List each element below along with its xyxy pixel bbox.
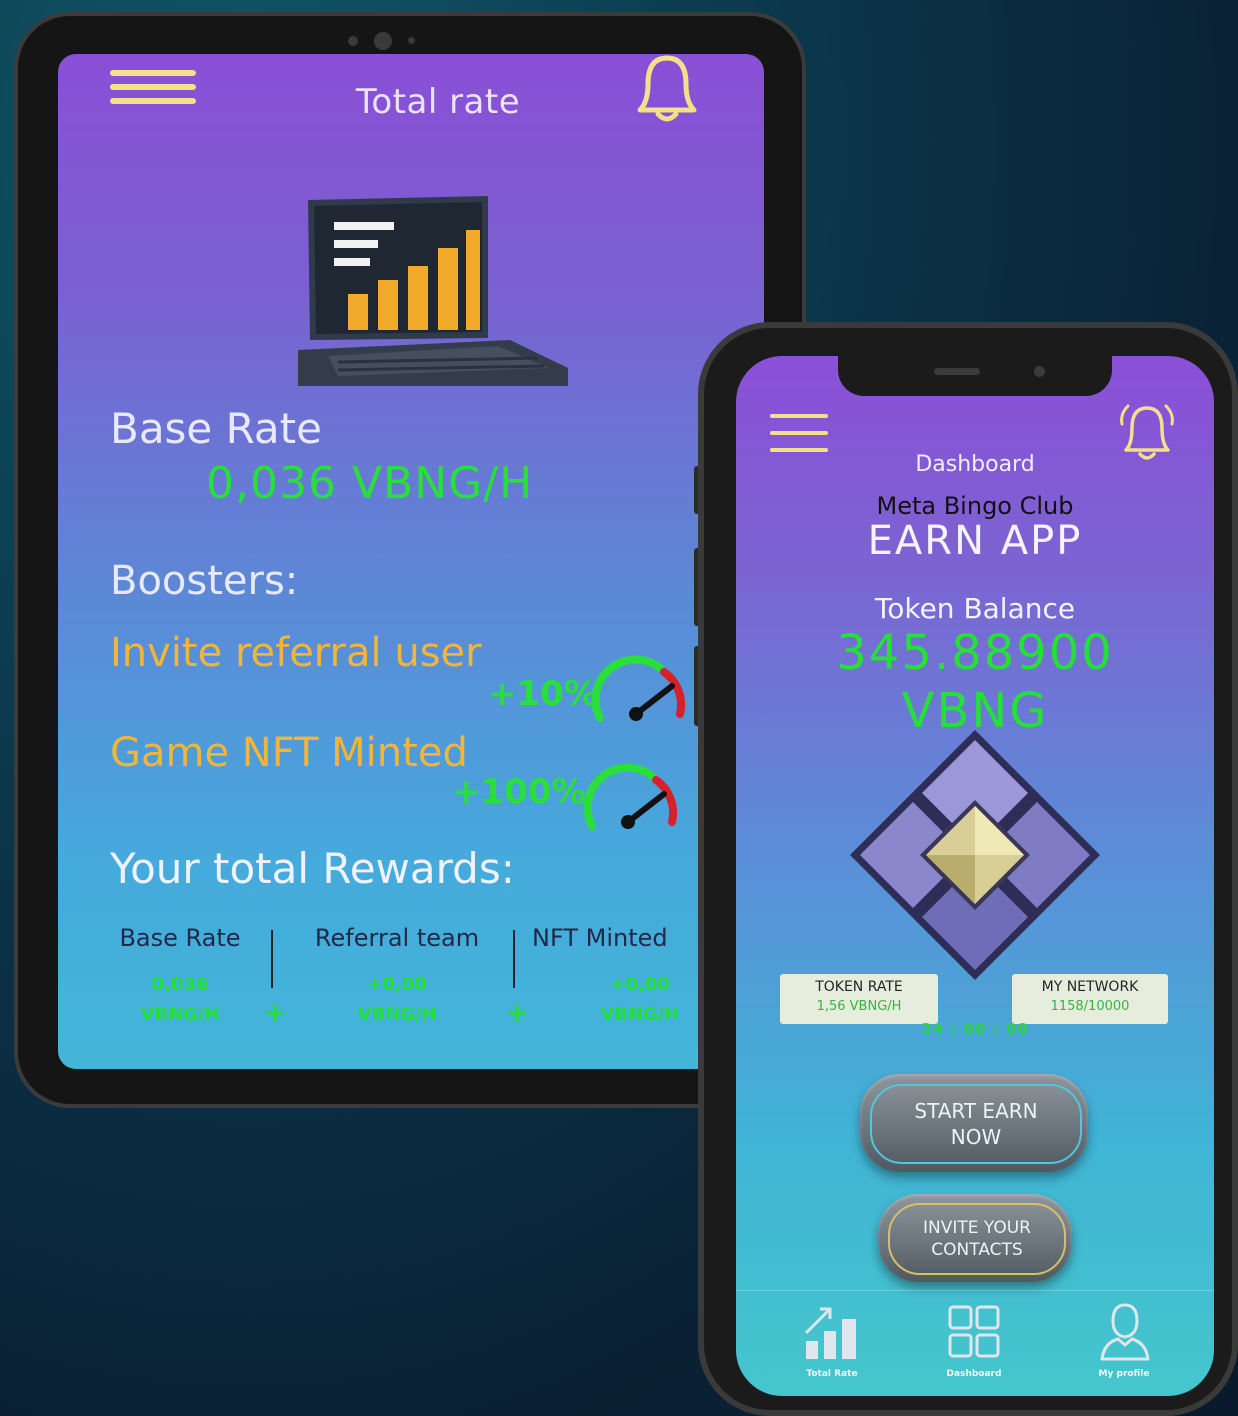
reward-amount: 0,036 xyxy=(151,974,209,995)
divider xyxy=(271,930,273,988)
grid-icon xyxy=(948,1305,1000,1358)
reward-label: Base Rate xyxy=(119,924,241,952)
menu-icon[interactable] xyxy=(770,414,828,452)
tablet-camera xyxy=(348,30,428,50)
laptop-chart-illustration xyxy=(298,196,568,386)
token-rate-card: TOKEN RATE 1,56 VBNG/H xyxy=(780,974,938,1024)
plus-sign: + xyxy=(506,998,528,1028)
token-balance-value: 345.88900 VBNG xyxy=(736,624,1214,740)
total-rewards-label: Your total Rewards: xyxy=(110,844,515,893)
invite-contacts-button[interactable]: INVITE YOUR CONTACTS xyxy=(878,1194,1072,1282)
start-earn-button[interactable]: START EARN NOW xyxy=(860,1074,1088,1172)
speedometer-icon xyxy=(592,655,686,722)
app-name: EARN APP xyxy=(867,518,1083,564)
token-rate-label: TOKEN RATE xyxy=(815,979,903,995)
reward-amount: +0,00 xyxy=(367,974,427,995)
base-rate-value: 0,036 VBNG/H xyxy=(206,458,534,509)
menu-icon[interactable] xyxy=(110,70,196,104)
speedometer-icon xyxy=(584,763,678,830)
my-network-label: MY NETWORK xyxy=(1041,979,1139,995)
booster-referral-name: Invite referral user xyxy=(110,630,482,676)
phone-device: Dashboard Meta Bingo Club EARN APP Token… xyxy=(698,322,1238,1416)
reward-base-rate: Base Rate 0,036 VBNG/H xyxy=(100,924,260,1030)
profile-icon xyxy=(1100,1303,1150,1361)
page-title: Total rate xyxy=(355,82,521,122)
earn-timer: 24 : 00 : 00 xyxy=(921,1020,1029,1038)
club-name: Meta Bingo Club xyxy=(876,492,1074,520)
phone-notch xyxy=(838,356,1112,396)
booster-referral-bonus: +10% xyxy=(488,674,598,714)
chart-icon xyxy=(804,1307,856,1359)
page-title: Dashboard xyxy=(915,452,1035,477)
tablet-device: Total rate Base Rate 0,036 VBNG/H Booste… xyxy=(14,12,806,1108)
total-rate-screen: Total rate Base Rate 0,036 VBNG/H Booste… xyxy=(58,54,764,1069)
boosters-label: Boosters: xyxy=(110,558,299,604)
token-rate-value: 1,56 VBNG/H xyxy=(816,999,902,1014)
my-network-card: MY NETWORK 1158/10000 xyxy=(1012,974,1168,1024)
dashboard-screen: Dashboard Meta Bingo Club EARN APP Token… xyxy=(736,356,1214,1396)
token-balance-amount: 345.88900 xyxy=(836,625,1114,681)
booster-nft-name: Game NFT Minted xyxy=(110,730,468,776)
token-balance-label: Token Balance xyxy=(874,592,1076,625)
gem-logo xyxy=(850,730,1100,980)
reward-referral-team: Referral team +0,00 VBNG/H xyxy=(286,924,508,1030)
tab-label: Total Rate xyxy=(806,1369,858,1379)
invite-contacts-label: INVITE YOUR CONTACTS xyxy=(923,1218,1031,1260)
tab-label: My profile xyxy=(1098,1369,1150,1379)
base-rate-label: Base Rate xyxy=(110,404,322,453)
rewards-breakdown: Base Rate 0,036 VBNG/H + Referral team +0… xyxy=(100,924,764,1044)
reward-unit: VBNG/H xyxy=(140,1004,220,1025)
reward-unit: VBNG/H xyxy=(357,1004,437,1025)
booster-nft-bonus: +100% xyxy=(452,772,586,812)
divider xyxy=(513,930,515,988)
my-network-value: 1158/10000 xyxy=(1050,999,1130,1014)
reward-label: Referral team xyxy=(314,924,480,952)
tab-label: Dashboard xyxy=(946,1369,1002,1379)
bell-icon[interactable] xyxy=(626,54,708,126)
bottom-tab-bar: Total Rate Dashboard My profile xyxy=(736,1290,1214,1396)
start-earn-label: START EARN NOW xyxy=(914,1099,1038,1149)
plus-sign: + xyxy=(264,998,286,1028)
